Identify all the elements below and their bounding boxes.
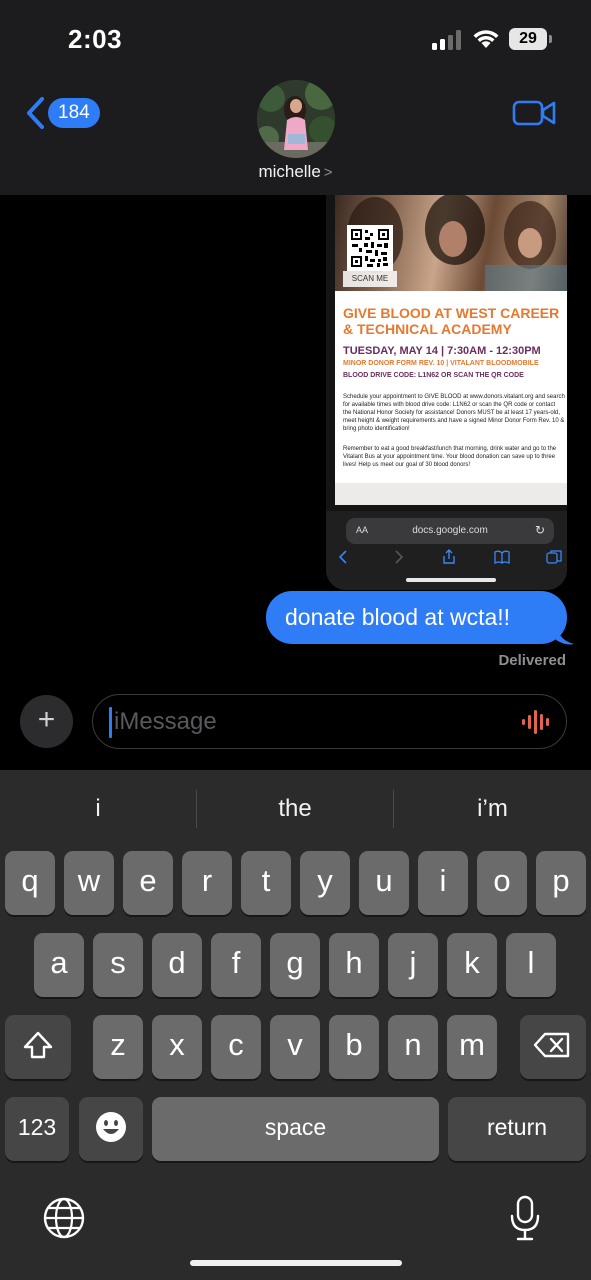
bubble-tail xyxy=(556,624,574,645)
key-d[interactable]: d xyxy=(152,933,202,997)
flyer-date: TUESDAY, MAY 14 | 7:30AM - 12:30PM xyxy=(343,345,541,357)
key-e[interactable]: e xyxy=(123,851,173,915)
key-k[interactable]: k xyxy=(447,933,497,997)
shift-icon xyxy=(23,1031,53,1059)
sent-message-bubble[interactable]: donate blood at wcta!! xyxy=(266,591,567,644)
flyer-subline-1: MINOR DONOR FORM REV. 10 | VITALANT BLOO… xyxy=(343,360,539,367)
qr-code xyxy=(347,225,393,271)
emoji-key[interactable] xyxy=(79,1097,143,1161)
key-m[interactable]: m xyxy=(447,1015,497,1079)
wifi-icon xyxy=(473,30,499,48)
battery-level: 29 xyxy=(509,28,547,50)
dictation-mic-icon[interactable] xyxy=(507,1194,543,1242)
key-a[interactable]: a xyxy=(34,933,84,997)
apps-plus-button[interactable]: + xyxy=(20,695,73,748)
flyer-title: GIVE BLOOD AT WEST CAREER & TECHNICAL AC… xyxy=(343,305,560,337)
key-u[interactable]: u xyxy=(359,851,409,915)
emoji-icon xyxy=(96,1112,126,1142)
blood-drive-flyer: SCAN ME GIVE BLOOD AT WEST CAREER & TECH… xyxy=(335,195,567,483)
key-q[interactable]: q xyxy=(5,851,55,915)
url-field: AA docs.google.com ↻ xyxy=(346,518,554,544)
contact-avatar[interactable] xyxy=(257,80,335,158)
status-time: 2:03 xyxy=(68,24,123,54)
browser-toolbar: AA docs.google.com ↻ xyxy=(326,511,567,590)
suggestion-1[interactable]: i xyxy=(0,770,196,848)
key-y[interactable]: y xyxy=(300,851,350,915)
space-key[interactable]: space xyxy=(152,1097,439,1161)
chevron-right-icon: > xyxy=(323,164,333,181)
bookmarks-icon xyxy=(494,550,510,565)
key-p[interactable]: p xyxy=(536,851,586,915)
url-text: docs.google.com xyxy=(412,525,488,536)
key-w[interactable]: w xyxy=(64,851,114,915)
conversation-header: 2:03 29 184 michelle > xyxy=(0,0,591,195)
key-v[interactable]: v xyxy=(270,1015,320,1079)
key-i[interactable]: i xyxy=(418,851,468,915)
message-input-placeholder: iMessage xyxy=(114,708,217,735)
key-o[interactable]: o xyxy=(477,851,527,915)
key-n[interactable]: n xyxy=(388,1015,438,1079)
key-l[interactable]: l xyxy=(506,933,556,997)
document-page-footer xyxy=(335,483,567,505)
suggestion-3[interactable]: i’m xyxy=(394,770,591,848)
key-f[interactable]: f xyxy=(211,933,261,997)
contact-name: michelle xyxy=(258,162,321,181)
key-z[interactable]: z xyxy=(93,1015,143,1079)
delete-key[interactable] xyxy=(520,1015,586,1079)
video-call-icon[interactable] xyxy=(512,98,556,128)
delivery-status: Delivered xyxy=(498,652,566,669)
key-s[interactable]: s xyxy=(93,933,143,997)
home-indicator xyxy=(406,578,496,582)
shift-key[interactable] xyxy=(5,1015,71,1079)
keyboard: i the i’m q w e r t y u i o p a s d f g … xyxy=(0,770,591,1280)
suggestion-2[interactable]: the xyxy=(197,770,393,848)
battery-icon: 29 xyxy=(509,28,553,50)
key-j[interactable]: j xyxy=(388,933,438,997)
return-key[interactable]: return xyxy=(448,1097,586,1161)
tabs-icon xyxy=(546,550,562,564)
globe-icon[interactable] xyxy=(42,1196,86,1240)
key-h[interactable]: h xyxy=(329,933,379,997)
share-icon xyxy=(443,549,455,564)
key-g[interactable]: g xyxy=(270,933,320,997)
unread-count-badge: 184 xyxy=(48,98,100,128)
cellular-signal-icon xyxy=(432,30,461,50)
chevron-left-icon xyxy=(27,97,44,129)
flyer-body-1: Schedule your appointment to GIVE BLOOD … xyxy=(343,394,565,432)
key-x[interactable]: x xyxy=(152,1015,202,1079)
message-input[interactable]: iMessage xyxy=(92,694,567,749)
home-indicator-bar xyxy=(190,1260,402,1266)
key-t[interactable]: t xyxy=(241,851,291,915)
key-b[interactable]: b xyxy=(329,1015,379,1079)
flyer-body-2: Remember to eat a good breakfast/lunch t… xyxy=(343,446,557,468)
reload-icon: ↻ xyxy=(534,523,545,537)
text-cursor xyxy=(109,707,112,738)
backspace-icon xyxy=(533,1032,570,1058)
scan-me-label: SCAN ME xyxy=(343,271,397,287)
browser-back-icon xyxy=(338,550,347,564)
contact-name-button[interactable]: michelle > xyxy=(0,162,591,182)
audio-message-icon[interactable] xyxy=(521,709,553,735)
screenshot-attachment[interactable]: SCAN ME GIVE BLOOD AT WEST CAREER & TECH… xyxy=(326,195,567,590)
numbers-key[interactable]: 123 xyxy=(5,1097,69,1161)
flyer-subline-2: BLOOD DRIVE CODE: L1N62 OR SCAN THE QR C… xyxy=(343,372,524,379)
back-button[interactable]: 184 xyxy=(24,96,100,130)
key-r[interactable]: r xyxy=(182,851,232,915)
key-c[interactable]: c xyxy=(211,1015,261,1079)
browser-forward-icon xyxy=(395,550,404,564)
